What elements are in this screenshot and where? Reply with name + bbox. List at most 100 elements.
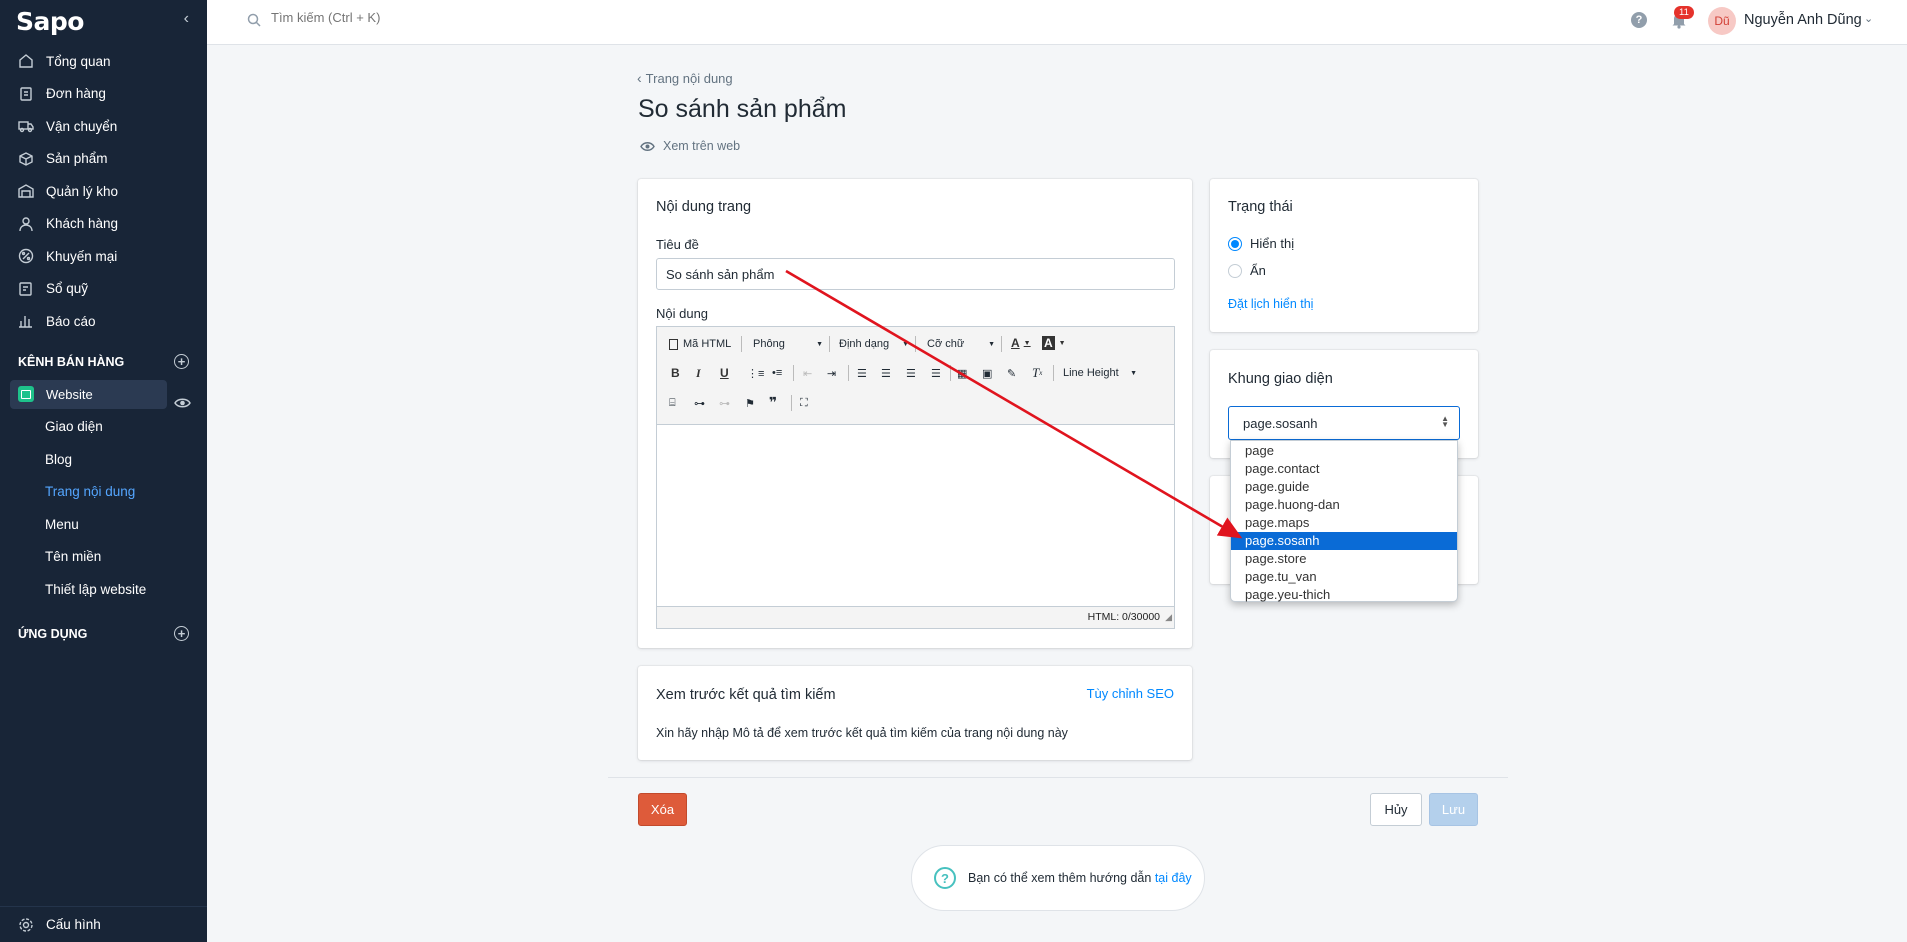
- radio-label: Ẩn: [1250, 263, 1266, 278]
- nav-website[interactable]: Website: [10, 379, 167, 409]
- toolbar-divider: [1001, 336, 1002, 352]
- template-option[interactable]: page.tu_van: [1231, 568, 1457, 586]
- hidden-radio[interactable]: Ẩn: [1228, 263, 1266, 278]
- toolbar-label: Line Height: [1063, 367, 1119, 379]
- flag-icon[interactable]: ⚑: [745, 394, 755, 412]
- view-on-web-link[interactable]: Xem trên web: [640, 139, 740, 153]
- truck-icon: [18, 118, 34, 134]
- radio-dot: [1228, 263, 1242, 278]
- toolbar-divider: [950, 365, 951, 381]
- nav-themes[interactable]: Giao diện: [0, 411, 207, 444]
- template-option[interactable]: page.yeu-thich: [1231, 586, 1457, 604]
- title-input[interactable]: So sánh sản phẩm: [656, 258, 1175, 290]
- nav-customers[interactable]: Khách hàng: [0, 208, 207, 241]
- avatar[interactable]: Dũ: [1708, 7, 1736, 35]
- breadcrumb-back[interactable]: ‹ Trang nội dung: [637, 70, 733, 86]
- collapse-sidebar-icon[interactable]: ‹: [184, 10, 189, 28]
- bar-chart-icon: [18, 313, 34, 329]
- user-name[interactable]: Nguyễn Anh Dũng: [1744, 12, 1862, 28]
- status-card: Trạng thái Hiển thị Ẩn Đặt lịch hiển thị: [1210, 179, 1478, 332]
- image-icon[interactable]: ▣: [982, 364, 992, 382]
- chevron-left-icon: ‹: [637, 70, 642, 86]
- html-source-button[interactable]: Mã HTML: [669, 335, 731, 353]
- nav-cashbook[interactable]: Sổ quỹ: [0, 273, 207, 306]
- unlink-icon[interactable]: ⊶: [719, 394, 730, 412]
- template-option[interactable]: page.store: [1231, 550, 1457, 568]
- cancel-button[interactable]: Hủy: [1370, 793, 1422, 826]
- outdent-icon[interactable]: ⇤: [803, 364, 812, 382]
- customize-seo-link[interactable]: Tùy chỉnh SEO: [1087, 686, 1174, 701]
- editor-toolbar: Mã HTML Phông ▼ Định dạng ▼ Cỡ chữ ▼ A ▼ …: [657, 327, 1174, 425]
- template-option[interactable]: page: [1231, 442, 1457, 460]
- fullscreen-icon[interactable]: ⛶: [800, 394, 808, 412]
- help-link[interactable]: tại đây: [1155, 871, 1192, 885]
- search-input[interactable]: [271, 10, 671, 25]
- nav-menu[interactable]: Menu: [0, 508, 207, 541]
- table-icon[interactable]: ▦: [957, 364, 967, 382]
- nav-promotions[interactable]: Khuyến mại: [0, 240, 207, 273]
- schedule-link[interactable]: Đặt lịch hiển thị: [1228, 297, 1313, 311]
- font-select[interactable]: Phông ▼: [753, 335, 823, 353]
- add-app-icon[interactable]: +: [174, 626, 189, 641]
- nav-label: Đơn hàng: [46, 86, 106, 102]
- content-label: Nội dung: [656, 306, 709, 321]
- delete-button[interactable]: Xóa: [638, 793, 687, 826]
- nav-products[interactable]: Sản phẩm: [0, 143, 207, 176]
- underline-icon[interactable]: U: [720, 364, 729, 382]
- code-view-icon[interactable]: ⌸: [669, 394, 676, 412]
- ordered-list-icon[interactable]: ⋮≡: [747, 364, 764, 382]
- add-channel-icon[interactable]: +: [174, 354, 189, 369]
- nav-orders[interactable]: Đơn hàng: [0, 78, 207, 111]
- format-select[interactable]: Định dạng ▼: [839, 335, 909, 353]
- help-icon[interactable]: ?: [1631, 12, 1647, 28]
- bg-color-glyph: A: [1042, 336, 1055, 350]
- clear-format-icon[interactable]: Tx: [1032, 364, 1042, 382]
- nav-settings[interactable]: Cấu hình: [0, 906, 207, 942]
- eye-icon[interactable]: [174, 397, 191, 409]
- nav-overview[interactable]: Tổng quan: [0, 45, 207, 78]
- content-card-title: Nội dung trang: [656, 199, 752, 215]
- line-height-select[interactable]: Line Height ▼: [1063, 364, 1137, 382]
- toolbar-label: Định dạng: [839, 338, 890, 350]
- chevron-down-icon[interactable]: ⌄: [1864, 12, 1873, 25]
- unordered-list-icon[interactable]: •≡: [772, 364, 782, 382]
- font-size-select[interactable]: Cỡ chữ ▼: [927, 335, 995, 353]
- template-option[interactable]: page.contact: [1231, 460, 1457, 478]
- sapo-logo[interactable]: Sapo: [16, 7, 84, 36]
- select-arrows-icon: ▲ ▼: [1441, 414, 1449, 429]
- indent-icon[interactable]: ⇥: [827, 364, 836, 382]
- quote-icon[interactable]: ❞: [769, 393, 777, 411]
- template-option[interactable]: page.huong-dan: [1231, 496, 1457, 514]
- save-button[interactable]: Lưu: [1429, 793, 1478, 826]
- template-option-selected[interactable]: page.sosanh: [1231, 532, 1457, 550]
- nav-shipping[interactable]: Vận chuyển: [0, 110, 207, 143]
- nav-website-settings[interactable]: Thiết lập website: [0, 573, 207, 606]
- gear-icon: [19, 917, 33, 932]
- template-option[interactable]: page.maps: [1231, 514, 1457, 532]
- align-left-icon[interactable]: ☰: [857, 364, 867, 382]
- editor-content-area[interactable]: [657, 425, 1174, 606]
- nav-blog[interactable]: Blog: [0, 443, 207, 476]
- toolbar-label: Mã HTML: [683, 338, 732, 350]
- background-color-icon[interactable]: A ▼: [1042, 334, 1066, 352]
- bold-icon[interactable]: B: [671, 364, 680, 382]
- nav-reports[interactable]: Báo cáo: [0, 305, 207, 338]
- page-title: So sánh sản phẩm: [638, 95, 847, 123]
- nav-inventory[interactable]: Quản lý kho: [0, 175, 207, 208]
- font-color-icon[interactable]: A ▼: [1011, 334, 1031, 352]
- nav-domains[interactable]: Tên miền: [0, 541, 207, 574]
- orders-icon: [18, 86, 34, 102]
- box-icon: [18, 151, 34, 167]
- align-center-icon[interactable]: ☰: [881, 364, 891, 382]
- resize-handle-icon[interactable]: ◢: [1165, 607, 1172, 628]
- nav-pages[interactable]: Trang nội dung: [0, 476, 207, 509]
- template-select[interactable]: page.sosanh ▲ ▼: [1228, 406, 1460, 440]
- template-option[interactable]: page.guide: [1231, 478, 1457, 496]
- italic-icon[interactable]: I: [696, 364, 701, 382]
- brush-icon[interactable]: ✎: [1007, 364, 1016, 382]
- visible-radio[interactable]: Hiển thị: [1228, 236, 1294, 251]
- link-icon[interactable]: ⊶: [694, 394, 705, 412]
- align-justify-icon[interactable]: ☰: [931, 364, 941, 382]
- nav-label: Quản lý kho: [46, 183, 119, 199]
- align-right-icon[interactable]: ☰: [906, 364, 916, 382]
